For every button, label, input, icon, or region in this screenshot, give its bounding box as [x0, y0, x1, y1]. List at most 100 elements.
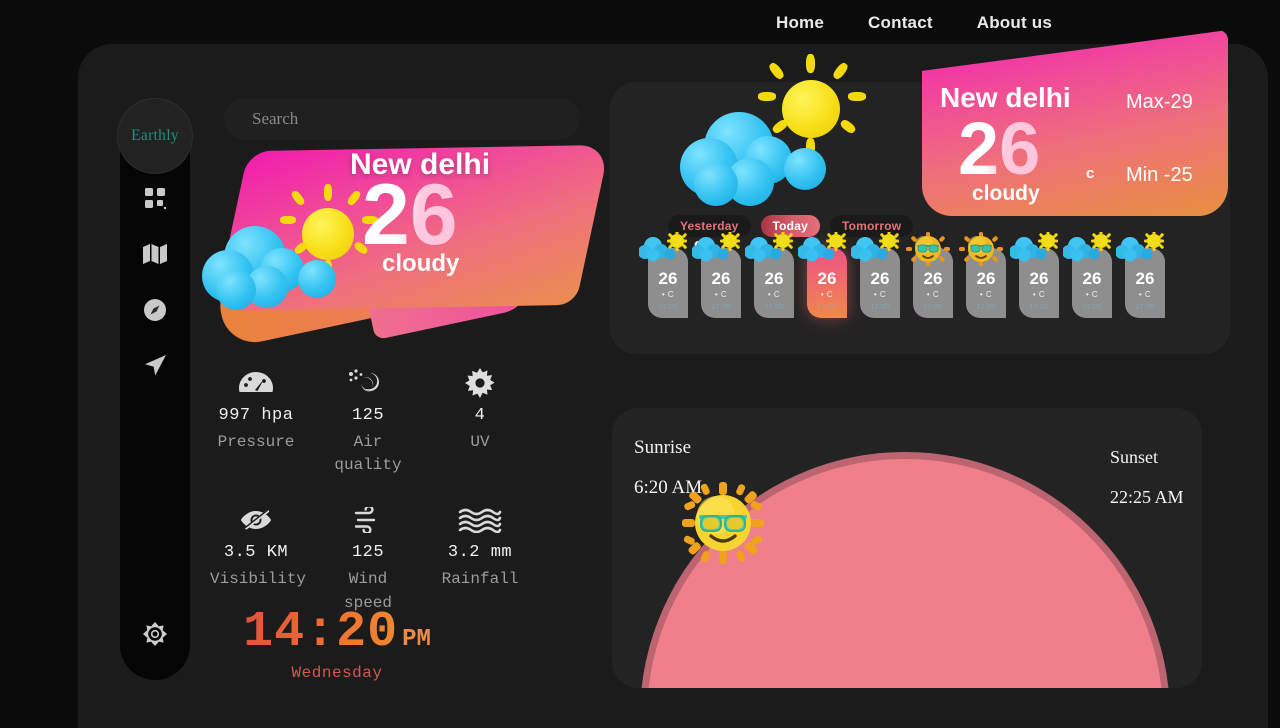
metric-value: 4: [475, 406, 486, 425]
nav-link-contact[interactable]: Contact: [868, 13, 933, 33]
app-logo-label: Earthly: [131, 127, 179, 145]
forecast-unit: c: [1086, 165, 1094, 182]
clock-day: Wednesday: [212, 664, 462, 682]
hourly-forecast-item[interactable]: 26• C17:00: [648, 248, 688, 318]
metric-label: Visibility: [210, 568, 302, 591]
sidebar-item-dashboard[interactable]: [140, 183, 170, 213]
top-navigation: Home Contact About us: [0, 0, 1280, 46]
hourly-forecast-item[interactable]: 26 • C 17:00: [1125, 248, 1165, 318]
hourly-time: 17:00: [764, 304, 783, 311]
hourly-temp: 26: [765, 270, 784, 287]
sidebar-item-location[interactable]: [140, 351, 170, 381]
hourly-forecast-item[interactable]: 26 • C 17:00: [754, 248, 794, 318]
hourly-forecast-item[interactable]: 26• C17:00: [966, 248, 1006, 318]
hero-text-block: New delhi 26 c cloudy: [200, 140, 600, 355]
map-icon: [142, 242, 168, 266]
cloud-sun-icon: [798, 232, 848, 266]
forecast-min-temp: Min -25: [1126, 164, 1193, 187]
hourly-time: 17:00: [1082, 304, 1101, 311]
hourly-unit: • C: [1033, 290, 1045, 299]
hourly-temp: 26: [1136, 270, 1155, 287]
hourly-temp: 26: [871, 270, 890, 287]
metric-value: 997 hpa: [219, 406, 294, 425]
forecast-condition: cloudy: [972, 182, 1040, 206]
clock-time: 14:20: [243, 608, 398, 658]
hourly-temp: 26: [1030, 270, 1049, 287]
sun-glasses-icon: [957, 232, 1007, 266]
hourly-unit: • C: [874, 290, 886, 299]
forecast-max-temp: Max-29: [1126, 91, 1193, 114]
hourly-temp: 26: [659, 270, 678, 287]
sunset-time: 22:25 AM: [1110, 487, 1184, 508]
cloud-sun-icon: [1063, 232, 1113, 266]
metrics-row-2: 3.5 KM Visibility 125 Wind speed: [200, 503, 550, 614]
hourly-forecast-item[interactable]: 26 • C 17:00: [1072, 248, 1112, 318]
hourly-forecast-list: 26 • C 17:00 26 • C 17:00 26 • C 17:00: [648, 248, 1165, 318]
hourly-unit: • C: [1086, 290, 1098, 299]
hourly-forecast-item[interactable]: 26 • C 17:00: [860, 248, 900, 318]
hourly-time: 17:00: [870, 304, 889, 311]
clock-widget: 14:20PM Wednesday: [212, 608, 462, 682]
metric-label: Air quality: [322, 431, 414, 477]
metrics-row-1: 997 hpa Pressure 125: [200, 366, 550, 477]
hourly-time: 17:00: [711, 304, 730, 311]
hourly-unit: • C: [980, 290, 992, 299]
hourly-forecast-item[interactable]: 26 • C 17:00: [807, 248, 847, 318]
metrics-grid: 997 hpa Pressure 125: [200, 366, 550, 615]
grid-icon: [143, 186, 167, 210]
metric-uv: 4 UV: [424, 366, 536, 477]
metric-label: Pressure: [218, 431, 295, 454]
metric-value: 3.5 KM: [224, 543, 288, 562]
cloud-sun-icon: [639, 232, 689, 266]
sunrise-label: Sunrise: [634, 437, 691, 459]
sunset-label: Sunset: [1110, 447, 1158, 468]
nav-link-home[interactable]: Home: [776, 13, 824, 33]
hourly-temp: 26: [712, 270, 731, 287]
hourly-forecast-item[interactable]: 26 • C 17:00: [701, 248, 741, 318]
nav-link-about-us[interactable]: About us: [977, 13, 1052, 33]
hourly-unit: • C: [927, 290, 939, 299]
sun-glasses-icon: [904, 232, 954, 266]
hourly-unit: • C: [768, 290, 780, 299]
forecast-temperature: 26: [958, 112, 1040, 186]
wind-icon: [353, 503, 383, 537]
hourly-temp: 26: [977, 270, 996, 287]
hourly-forecast-item[interactable]: 26 • C 17:00: [913, 248, 953, 318]
hourly-unit: • C: [1139, 290, 1151, 299]
hourly-temp: 26: [924, 270, 943, 287]
cloud-sun-icon: [851, 232, 901, 266]
metric-label: Rainfall: [442, 568, 519, 591]
compass-icon: [142, 297, 168, 323]
hero-weather-card[interactable]: New delhi 26 c cloudy: [200, 140, 600, 355]
hourly-unit: • C: [715, 290, 727, 299]
air-quality-icon: [348, 366, 388, 400]
app-logo[interactable]: Earthly: [118, 99, 192, 173]
hourly-temp: 26: [1083, 270, 1102, 287]
gauge-icon: [239, 366, 273, 400]
navigation-icon: [142, 353, 168, 379]
hourly-unit: • C: [662, 290, 674, 299]
hourly-temp: 26: [818, 270, 837, 287]
metric-rainfall: 3.2 mm Rainfall: [424, 503, 536, 614]
metric-label: UV: [470, 431, 489, 454]
hourly-time: 17:00: [817, 304, 836, 311]
hourly-time: 17:00: [1135, 304, 1154, 311]
waves-icon: [458, 503, 502, 537]
hourly-time: 17:00: [923, 304, 942, 311]
metric-pressure: 997 hpa Pressure: [200, 366, 312, 477]
cloud-sun-icon: [1116, 232, 1166, 266]
sunrise-time: 6:20 AM: [634, 477, 702, 499]
hero-condition: cloudy: [382, 250, 459, 278]
hourly-forecast-item[interactable]: 26• C17:00: [1019, 248, 1059, 318]
metric-visibility: 3.5 KM Visibility: [200, 503, 312, 614]
cloud-sun-icon: [745, 232, 795, 266]
cloud-sun-icon: [680, 70, 860, 210]
eye-off-icon: [239, 503, 273, 537]
hourly-unit: • C: [821, 290, 833, 299]
sidebar-item-settings[interactable]: [120, 620, 190, 653]
cloud-sun-icon: [1010, 232, 1060, 266]
sidebar-item-map[interactable]: [140, 239, 170, 269]
sidebar-item-explore[interactable]: [140, 295, 170, 325]
search-input[interactable]: [224, 98, 580, 140]
clock-ampm: PM: [402, 626, 431, 653]
